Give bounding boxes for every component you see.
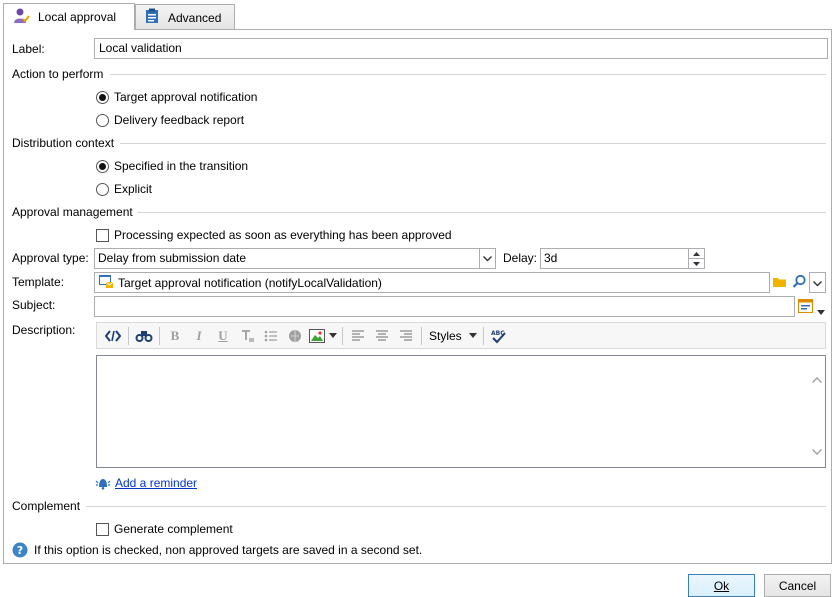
info-text: If this option is checked, non approved … (34, 543, 423, 557)
cancel-button-label: Cancel (778, 578, 817, 593)
section-action: Action to perform (12, 67, 104, 81)
chevron-down-icon[interactable] (479, 249, 495, 268)
toolbar-separator (482, 326, 484, 345)
template-dropdown-button[interactable] (809, 272, 826, 293)
clipboard-icon (144, 8, 160, 27)
add-reminder-link[interactable]: Add a reminder (115, 476, 197, 490)
binoculars-icon[interactable] (132, 325, 156, 347)
generate-complement-checkbox[interactable] (96, 522, 109, 536)
user-approval-icon (12, 7, 30, 28)
personalization-icon[interactable] (798, 299, 814, 317)
radio-button-selected[interactable] (96, 159, 109, 173)
section-complement: Complement (12, 499, 81, 513)
radio-specified-transition[interactable]: Specified in the transition (96, 158, 248, 174)
processing-checkbox-row[interactable]: Processing expected as soon as everythin… (96, 227, 452, 243)
subject-label: Subject: (12, 298, 56, 312)
label-label: Label: (12, 42, 45, 56)
folder-icon[interactable] (773, 275, 787, 292)
spellcheck-icon[interactable]: ABC (487, 325, 511, 347)
radio-label: Explicit (114, 182, 153, 196)
generate-complement-row[interactable]: Generate complement (96, 521, 233, 537)
checkbox-label: Processing expected as soon as everythin… (114, 228, 452, 242)
section-distribution: Distribution context (12, 136, 115, 150)
link-icon[interactable] (283, 325, 307, 347)
tab-advanced[interactable]: Advanced (135, 4, 235, 30)
subject-input[interactable] (94, 296, 795, 317)
bold-icon[interactable]: B (163, 325, 187, 347)
tab-label: Advanced (168, 10, 222, 25)
description-label: Description: (12, 323, 76, 337)
toolbar-separator (159, 326, 160, 345)
chevron-down-icon[interactable] (817, 304, 825, 318)
scroll-down-icon[interactable] (812, 444, 822, 458)
radio-target-approval[interactable]: Target approval notification (96, 89, 257, 105)
toolbar-separator (342, 326, 343, 345)
checkbox-label: Generate complement (114, 522, 233, 536)
section-divider (86, 506, 826, 507)
radio-button[interactable] (96, 182, 109, 196)
cancel-button[interactable]: Cancel (764, 574, 831, 597)
section-divider (138, 212, 826, 213)
toolbar-separator (421, 326, 422, 345)
editor-toolbar: B I U Styles ABC (96, 322, 826, 349)
processing-checkbox[interactable] (96, 228, 109, 242)
align-center-icon[interactable] (370, 325, 394, 347)
section-divider (120, 143, 826, 144)
chevron-down-icon (813, 276, 822, 290)
info-icon: ? (12, 542, 28, 561)
svg-text:?: ? (17, 544, 23, 557)
bullet-list-icon[interactable] (259, 325, 283, 347)
editor-scrollbar[interactable] (808, 356, 825, 467)
radio-button[interactable] (96, 113, 109, 127)
reminder-icon (95, 476, 111, 493)
search-icon[interactable] (792, 274, 807, 292)
section-divider (110, 74, 826, 75)
radio-explicit[interactable]: Explicit (96, 181, 152, 197)
chevron-down-icon[interactable] (466, 325, 480, 347)
ok-button-label: Ok (713, 578, 730, 593)
tab-bar: Local approval Advanced (0, 0, 834, 30)
toolbar-separator (128, 326, 129, 345)
spin-up-icon[interactable] (689, 249, 704, 259)
delay-label: Delay: (503, 251, 538, 265)
align-left-icon[interactable] (346, 325, 370, 347)
clear-format-icon[interactable] (235, 325, 259, 347)
delay-value: 3d (544, 251, 558, 265)
tab-label: Local approval (38, 10, 117, 24)
ok-button[interactable]: Ok (688, 574, 755, 597)
scroll-up-icon[interactable] (812, 372, 822, 386)
section-approval: Approval management (12, 205, 133, 219)
radio-delivery-feedback[interactable]: Delivery feedback report (96, 112, 244, 128)
approval-type-select[interactable]: Delay from submission date (94, 248, 496, 269)
delay-spinner[interactable]: 3d (540, 248, 705, 269)
tab-local-approval[interactable]: Local approval (3, 3, 135, 30)
radio-button-selected[interactable] (96, 90, 109, 104)
radio-label: Target approval notification (114, 90, 258, 104)
italic-icon[interactable]: I (187, 325, 211, 347)
delivery-template-icon (98, 273, 114, 292)
template-value: Target approval notification (notifyLoca… (118, 275, 382, 290)
radio-label: Specified in the transition (114, 159, 249, 173)
spin-down-icon[interactable] (689, 259, 704, 268)
align-right-icon[interactable] (394, 325, 418, 347)
image-icon[interactable] (307, 325, 327, 347)
description-editor[interactable] (96, 355, 826, 468)
template-label: Template: (12, 275, 65, 289)
spinner-buttons[interactable] (688, 249, 704, 268)
label-input[interactable]: Local validation (94, 38, 828, 59)
template-field[interactable]: Target approval notification (notifyLoca… (94, 272, 770, 293)
chevron-down-icon[interactable] (327, 325, 339, 347)
styles-dropdown[interactable]: Styles (425, 329, 466, 343)
radio-label: Delivery feedback report (114, 113, 245, 127)
approval-type-value: Delay from submission date (98, 251, 247, 265)
approval-type-label: Approval type: (12, 251, 89, 265)
source-code-icon[interactable] (101, 325, 125, 347)
underline-icon[interactable]: U (211, 325, 235, 347)
